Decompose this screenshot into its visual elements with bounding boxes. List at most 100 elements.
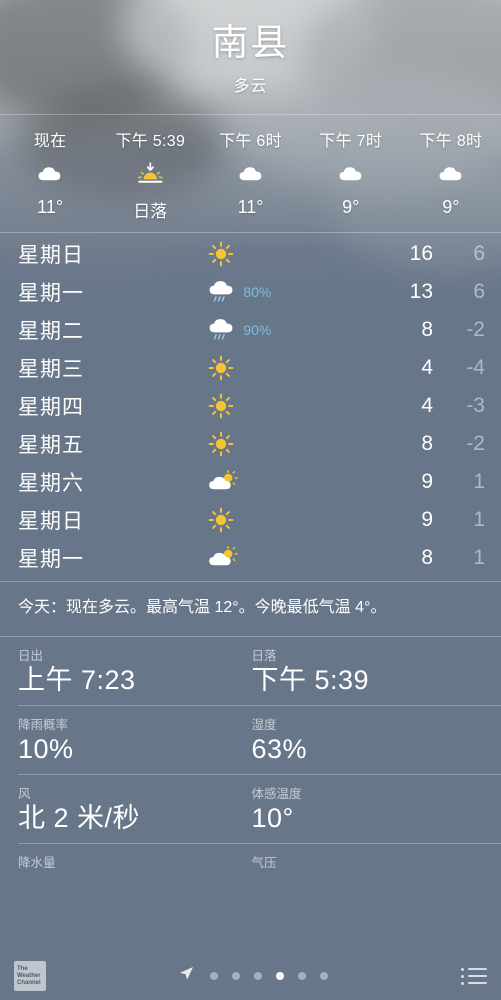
hourly-temperature: 9°	[442, 196, 460, 217]
detail-row: 日出 上午 7:23 日落 下午 5:39	[0, 637, 501, 705]
hourly-temperature: 9°	[342, 196, 360, 217]
hourly-temperature: 日落	[133, 201, 168, 221]
detail-value: 上午 7:23	[18, 665, 136, 696]
daily-forecast-row[interactable]: 星期日 9 1	[0, 501, 501, 539]
hourly-time-label: 下午 5:39	[115, 132, 186, 150]
partly-cloudy-icon	[208, 468, 239, 496]
page-dot[interactable]	[232, 972, 240, 980]
detail-row: 风北 2 米/秒 体感温度 10°	[0, 775, 501, 843]
page-dot[interactable]	[298, 972, 306, 980]
daily-day-label: 星期日	[18, 243, 84, 267]
daily-day-label: 星期一	[18, 281, 84, 305]
hourly-item[interactable]: 下午 5:39 日落	[100, 127, 200, 222]
sun-icon	[208, 240, 234, 268]
detail-cell: 湿度 63%	[252, 706, 486, 774]
daily-low-temperature: -2	[466, 317, 485, 341]
detail-label: 降雨概率	[18, 718, 69, 733]
daily-low-temperature: 1	[473, 545, 485, 569]
detail-row: 降雨概率 10% 湿度 63%	[0, 706, 501, 774]
daily-high-temperature: 8	[421, 545, 433, 569]
daily-forecast-row[interactable]: 星期日 16 6	[0, 235, 501, 273]
page-indicator[interactable]	[46, 966, 461, 986]
rain-icon	[208, 278, 235, 306]
daily-low-temperature: -4	[466, 355, 485, 379]
hourly-temperature: 11°	[237, 196, 264, 217]
daily-low-temperature: 1	[473, 469, 485, 493]
page-dot[interactable]	[254, 972, 262, 980]
detail-label: 降水量	[18, 856, 56, 871]
hourly-item[interactable]: 现在 11°	[0, 127, 100, 222]
cloud-icon	[438, 160, 464, 188]
detail-cell: 体感温度 10°	[252, 775, 486, 843]
detail-label: 湿度	[251, 718, 277, 733]
detail-cell: 日出 上午 7:23	[18, 637, 252, 705]
bottom-toolbar: The Weather Channel	[0, 952, 501, 1000]
hourly-time-label: 现在	[33, 132, 67, 150]
daily-forecast[interactable]: 星期日 16 6 星期一 80% 13 6 星期二 90% 8 -2 星期三 4…	[0, 233, 501, 581]
logo-line: The	[17, 965, 28, 972]
sun-icon	[208, 506, 234, 534]
detail-value: 10%	[18, 734, 74, 765]
daily-high-temperature: 9	[421, 469, 433, 493]
weather-channel-logo[interactable]: The Weather Channel	[14, 961, 46, 991]
daily-day-label: 星期四	[18, 395, 84, 419]
hourly-item[interactable]: 下午 8时 9°	[401, 127, 501, 222]
daily-forecast-row[interactable]: 星期三 4 -4	[0, 349, 501, 387]
page-dot[interactable]	[210, 972, 218, 980]
daily-condition-cell	[148, 544, 381, 572]
daily-forecast-row[interactable]: 星期一 8 1	[0, 539, 501, 577]
daily-high-temperature: 4	[421, 355, 433, 379]
today-summary: 今天：现在多云。最高气温 12°。今晚最低气温 4°。	[18, 598, 387, 616]
current-condition: 多云	[233, 77, 268, 95]
partly-cloudy-icon	[208, 544, 239, 572]
daily-high-temperature: 13	[409, 279, 433, 303]
daily-forecast-row[interactable]: 星期四 4 -3	[0, 387, 501, 425]
daily-day-label: 星期日	[18, 509, 84, 533]
daily-day-label: 星期六	[18, 471, 84, 495]
daily-forecast-row[interactable]: 星期二 90% 8 -2	[0, 311, 501, 349]
detail-value: 63%	[251, 734, 308, 765]
daily-high-temperature: 9	[421, 507, 433, 531]
page-dot[interactable]	[276, 972, 284, 980]
daily-forecast-row[interactable]: 星期六 9 1	[0, 463, 501, 501]
detail-cell: 降水量	[18, 844, 252, 881]
hourly-item[interactable]: 下午 6时 11°	[200, 127, 300, 222]
daily-condition-cell	[148, 240, 381, 268]
sun-icon	[208, 430, 234, 458]
details-grid: 日出 上午 7:23 日落 下午 5:39 降雨概率 10% 湿度 63% 风北 2 米/秒 体感…	[0, 637, 501, 881]
location-arrow-icon	[179, 966, 194, 986]
daily-low-temperature: 1	[473, 507, 485, 531]
daily-condition-cell	[148, 392, 381, 420]
daily-low-temperature: 6	[473, 279, 485, 303]
precipitation-probability: 80%	[243, 283, 272, 300]
rain-icon	[208, 316, 235, 344]
daily-condition-cell: 80%	[148, 278, 381, 306]
daily-condition-cell	[148, 468, 381, 496]
daily-high-temperature: 8	[421, 431, 433, 455]
daily-day-label: 星期二	[18, 319, 84, 343]
city-name: 南县	[211, 22, 290, 63]
daily-condition-cell	[148, 354, 381, 382]
page-dot[interactable]	[320, 972, 328, 980]
daily-forecast-row[interactable]: 星期一 80% 13 6	[0, 273, 501, 311]
hourly-forecast[interactable]: 现在 11° 下午 5:39 日落 下午 6时 11° 下午 7时 9° 下午 8时 9…	[0, 115, 501, 232]
detail-label: 日出	[18, 649, 44, 664]
cloud-icon	[338, 160, 364, 188]
logo-line: Channel	[17, 979, 41, 986]
sun-icon	[208, 392, 234, 420]
hourly-item[interactable]: 下午 7时 9°	[301, 127, 401, 222]
detail-label: 体感温度	[251, 787, 302, 802]
detail-value: 北 2 米/秒	[18, 803, 141, 834]
cloud-icon	[37, 160, 63, 188]
weather-app-screen: 南县 多云 现在 11° 下午 5:39 日落 下午 6时 11° 下午 7时 9° 下…	[0, 0, 501, 1000]
detail-cell: 气压	[252, 844, 486, 881]
detail-cell: 降雨概率 10%	[18, 706, 252, 774]
hourly-time-label: 下午 6时	[219, 132, 282, 150]
city-list-icon[interactable]	[461, 967, 487, 985]
daily-day-label: 星期三	[18, 357, 84, 381]
daily-day-label: 星期一	[18, 547, 84, 571]
detail-row: 降水量 气压	[0, 844, 501, 881]
precipitation-probability: 90%	[243, 321, 272, 338]
daily-low-temperature: 6	[473, 241, 485, 265]
daily-forecast-row[interactable]: 星期五 8 -2	[0, 425, 501, 463]
